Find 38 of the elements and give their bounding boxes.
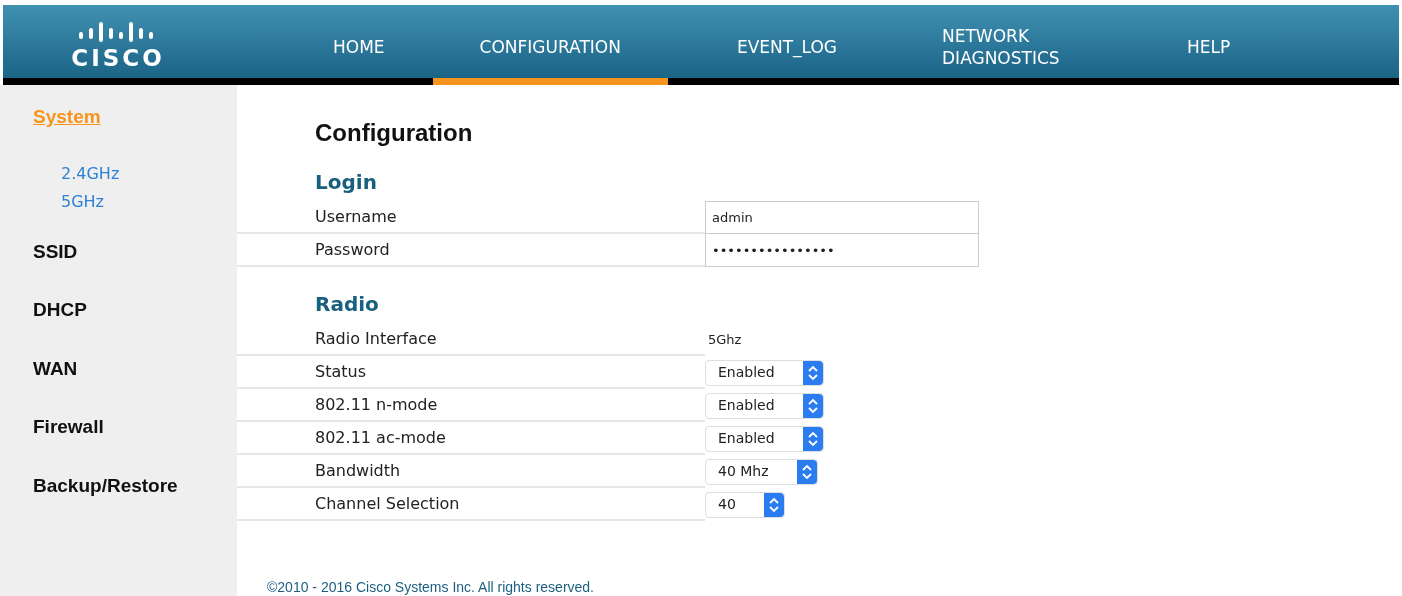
password-field[interactable]: •••••••••••••••• bbox=[705, 234, 979, 267]
nav-tab[interactable]: HELP bbox=[1187, 5, 1231, 85]
sidebar-link[interactable]: DHCP bbox=[33, 296, 237, 325]
dropdown-field[interactable]: Enabled bbox=[705, 359, 824, 386]
nav-tab[interactable]: NETWORK DIAGNOSTICS bbox=[942, 5, 1083, 85]
stepper-icon bbox=[763, 492, 784, 517]
sidebar-link[interactable]: Backup/Restore bbox=[33, 471, 237, 500]
stepper-icon bbox=[802, 426, 823, 451]
field-label: Radio Interface bbox=[237, 323, 705, 356]
sidebar-sublink[interactable]: 2.4GHz bbox=[61, 159, 237, 188]
section-heading: Radio bbox=[315, 291, 380, 318]
field-label: Status bbox=[237, 356, 705, 389]
dropdown-field[interactable]: Enabled bbox=[705, 392, 824, 419]
field-label: 802.11 ac-mode bbox=[237, 422, 705, 455]
sidebar-sublink[interactable]: 5GHz bbox=[61, 187, 237, 216]
stepper-icon bbox=[802, 393, 823, 418]
dropdown-field[interactable]: 40 bbox=[705, 491, 785, 518]
username-field[interactable]: admin bbox=[705, 201, 979, 234]
stepper-icon bbox=[796, 459, 817, 484]
field-label: 802.11 n-mode bbox=[237, 389, 705, 422]
stepper-icon bbox=[802, 360, 823, 385]
dropdown-field[interactable]: Enabled bbox=[705, 425, 824, 452]
nav-tab[interactable]: HOME bbox=[333, 5, 385, 85]
field-label: Password bbox=[237, 234, 705, 267]
field-label: Bandwidth bbox=[237, 455, 705, 488]
nav-tab[interactable]: EVENT_LOG bbox=[736, 5, 838, 85]
copyright-text: ©2010 - 2016 Cisco Systems Inc. All rights reserved. bbox=[267, 578, 595, 596]
sidebar-link[interactable]: SSID bbox=[33, 237, 237, 266]
logo-text: CISCO bbox=[71, 46, 165, 70]
dropdown-field[interactable]: 40 Mhz bbox=[705, 458, 818, 485]
nav-tab[interactable]: CONFIGURATION bbox=[432, 5, 668, 85]
field-label: Username bbox=[237, 201, 705, 234]
section-heading: Login bbox=[315, 169, 378, 196]
field-label: Channel Selection bbox=[237, 488, 705, 521]
field-value: 5Ghz bbox=[707, 330, 742, 349]
page-title: Configuration bbox=[315, 118, 474, 148]
sidebar-link[interactable]: WAN bbox=[33, 354, 237, 383]
sidebar-link[interactable]: Firewall bbox=[33, 413, 237, 442]
